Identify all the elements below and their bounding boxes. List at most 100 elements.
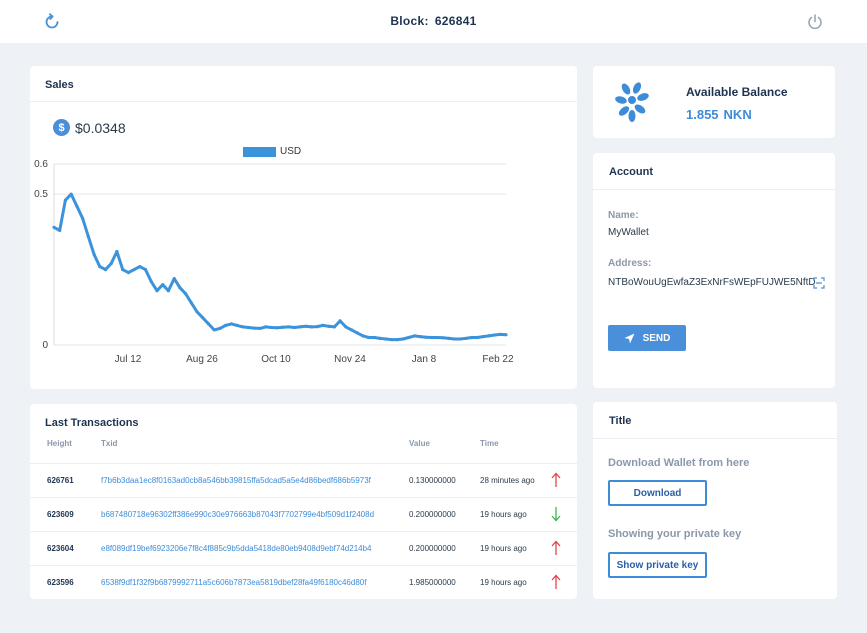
private-key-label: Showing your private key [608,528,742,540]
balance-label: Available Balance [686,85,788,99]
x-tick-label: Aug 26 [186,354,218,365]
data-point [143,268,148,272]
block-number: 626841 [434,14,477,28]
data-point [69,192,73,196]
data-point [115,249,119,254]
data-point [430,335,434,340]
data-point [126,271,130,275]
divider [593,438,837,439]
data-point [418,335,422,339]
data-point [321,323,325,327]
data-point [332,325,336,329]
data-point [264,325,268,329]
wallet-name: MyWallet [608,227,649,238]
data-point [178,286,182,290]
x-tick-label: Jul 12 [115,354,142,365]
current-price: $0.0348 [75,119,126,136]
legend-swatch [243,146,276,157]
tx-value: 0.200000000 [409,544,456,553]
data-point [435,335,439,340]
tx-value: 1.985000000 [409,578,456,587]
table-row[interactable]: 623604 e8f089df19bef6923206e7f8c4f885c9b… [30,531,577,565]
data-point [287,325,291,329]
data-point [281,325,285,329]
power-icon[interactable] [805,12,825,32]
data-point [98,265,102,269]
data-point [212,328,216,332]
data-point [269,325,273,330]
data-point [275,326,279,330]
data-point [109,261,113,266]
data-point [195,310,199,314]
data-point [355,331,359,335]
tx-value: 0.200000000 [409,510,456,519]
data-point [52,225,56,229]
data-point [452,337,457,341]
data-point [475,335,479,340]
qr-scan-icon[interactable] [813,276,825,289]
title-card-heading: Title [609,415,632,427]
sales-title: Sales [45,79,74,91]
download-label: Download Wallet from here [608,457,750,469]
tx-id-link[interactable]: f7b6b3daa1ec8f0163ad0cb8a546bb39815ffa5d… [101,476,371,485]
download-button[interactable]: Download [608,480,707,506]
tx-id-link[interactable]: b687480718e96302ff386e990c30e976663b8704… [101,510,374,519]
tx-id-link[interactable]: e8f089df19bef6923206e7f8c4f885c9b5dda541… [101,544,372,553]
table-row[interactable]: 626761 f7b6b3daa1ec8f0163ad0cb8a546bb398… [30,463,577,497]
wallet-address: NTBoWouUgEwfaZ3ExNrFsWEpFUJWE5NftD [608,277,816,288]
data-point [470,335,474,340]
price-series-line [53,192,507,342]
top-bar: Block: 626841 [0,0,867,43]
data-point [149,280,153,284]
data-point [201,316,205,320]
data-point [189,301,193,305]
column-header-height: Height [47,439,72,448]
data-point [349,328,354,332]
data-point [395,338,399,342]
x-tick-label: Jan 8 [412,354,437,365]
data-point [412,334,417,338]
data-point [407,335,411,340]
tx-time: 19 hours ago [480,510,527,519]
data-point [367,335,371,340]
data-point [464,336,468,340]
balance-value: 1.855 NKN [686,107,752,122]
sales-card: Sales $ $0.0348 USD 0 0.5 0.6 Jul 12 Aug 26 O… [30,66,577,389]
data-point [184,292,188,296]
data-point [401,337,405,341]
arrow-up-icon [551,540,561,558]
data-point [75,204,79,208]
data-point [103,268,108,272]
arrow-up-icon [551,472,561,490]
column-header-time: Time [480,439,499,448]
send-label: SEND [642,332,671,344]
data-point [92,252,96,257]
price-chart: 0 0.5 0.6 Jul 12 Aug 26 Oct 10 Nov 24 Jan 8 Feb … [34,159,514,365]
x-tick-label: Oct 10 [261,354,291,365]
data-point [235,323,239,327]
data-point [390,338,394,342]
column-header-value: Value [409,439,430,448]
tx-time: 19 hours ago [480,578,527,587]
data-point [372,335,376,340]
show-private-key-button[interactable]: Show private key [608,552,707,578]
data-point [155,289,159,293]
data-point [458,337,462,341]
data-point [298,325,302,329]
data-point [58,228,62,232]
tx-time: 28 minutes ago [480,476,535,485]
price-row: $ $0.0348 [53,119,126,136]
data-point [224,323,228,327]
dollar-icon: $ [53,119,70,136]
data-point [338,319,342,323]
table-row[interactable]: 623596 6538f9df1f32f9b6879992711a5c606b7… [30,565,577,599]
send-button[interactable]: SEND [608,325,686,351]
tx-id-link[interactable]: 6538f9df1f32f9b6879992711a5c606b7873ea58… [101,578,366,587]
data-point [315,325,319,329]
table-row[interactable]: 623609 b687480718e96302ff386e990c30e9766… [30,497,577,531]
title-card: Title Download Wallet from here Download… [593,402,837,599]
data-point [481,335,485,339]
data-point [424,335,428,339]
data-point [304,324,308,328]
tx-time: 19 hours ago [480,544,527,553]
